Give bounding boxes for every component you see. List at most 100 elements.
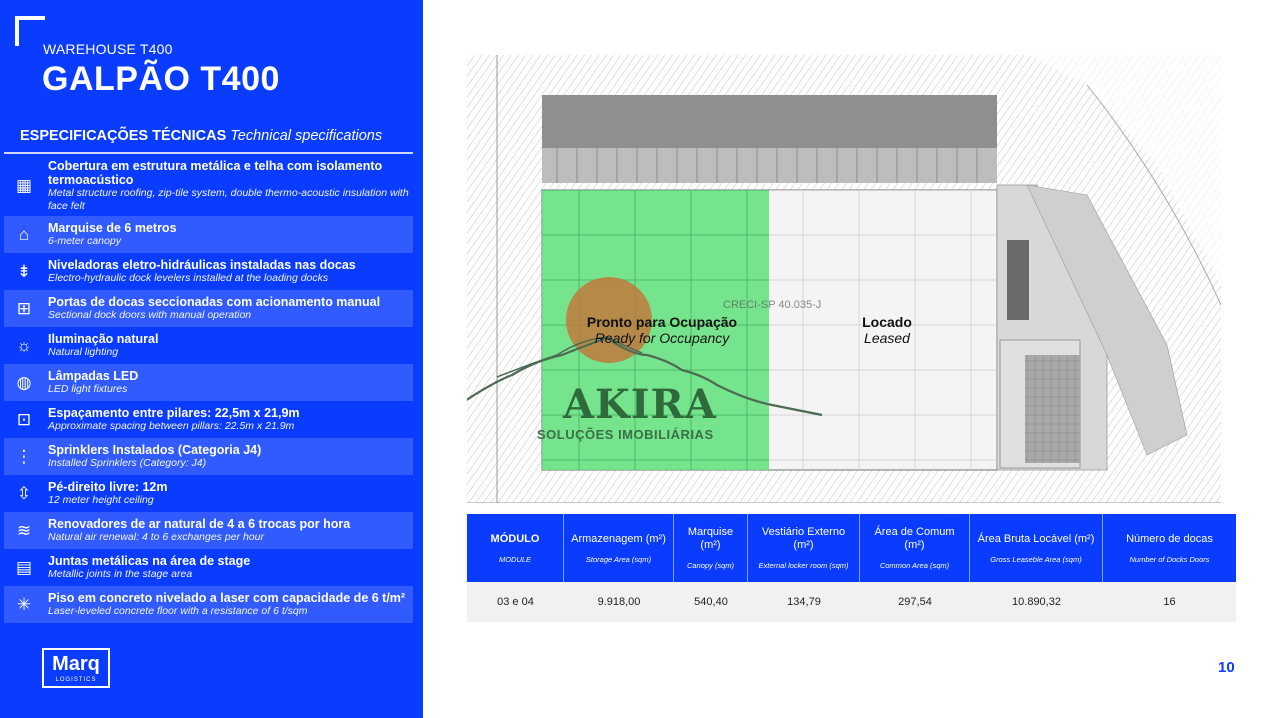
spec-item: ▤ Juntas metálicas na área de stage Metall… [4, 549, 413, 586]
column-header-label: Área Bruta Locável (m²) [977, 532, 1095, 545]
table-cell: 03 e 04 [467, 582, 564, 622]
watermark-creci: CRECI-SP 40.035-J [723, 299, 822, 311]
spec-title: Juntas metálicas na área de stage [48, 554, 251, 569]
spec-translation: Approximate spacing between pillars: 22.… [48, 420, 295, 433]
spec-translation: Electro-hydraulic dock levelers installe… [48, 272, 329, 285]
column-header: MÓDULO MODULE [467, 514, 564, 582]
spec-item: ⋮ Sprinklers Instalados (Categoria J4) Ins… [4, 438, 413, 475]
spec-title: Cobertura em estrutura metálica e telha … [48, 159, 383, 187]
led-icon: ◍ [16, 372, 32, 392]
ceiling-height-icon: ⇳ [16, 483, 32, 503]
spec-item: ▦ Cobertura em estrutura metálica e telha… [4, 155, 413, 216]
column-header-sublabel: External locker room (sqm) [758, 561, 849, 570]
spec-text: Cobertura em estrutura metálica e telha … [44, 157, 413, 214]
spec-text: Iluminação natural Natural lighting [44, 330, 413, 361]
column-header-sublabel: Canopy (sqm) [686, 561, 735, 570]
dock-leveler-icon: ⇟ [16, 261, 32, 281]
spec-translation: Metal structure roofing, zip-tile system… [48, 187, 409, 212]
specs-list: ▦ Cobertura em estrutura metálica e telha… [4, 155, 413, 623]
spec-title: Sprinklers Instalados (Categoria J4) [48, 443, 262, 458]
spec-title: Espaçamento entre pilares: 22,5m x 21,9m [48, 406, 300, 421]
spec-item: ⇟ Niveladoras eletro-hidráulicas instalad… [4, 253, 413, 290]
corner-mark-icon [15, 16, 45, 46]
column-header-label: Número de docas [1126, 532, 1213, 545]
spec-translation: 12 meter height ceiling [48, 494, 154, 507]
spec-text: Lâmpadas LED LED light fixtures [44, 367, 413, 398]
column-header-label: Vestiário Externo (m²) [761, 526, 846, 551]
spec-title: Pé-direito livre: 12m [48, 480, 168, 495]
specs-heading-pt: ESPECIFICAÇÕES TÉCNICAS [20, 128, 227, 144]
column-header: Armazenagem (m²) Storage Area (sqm) [564, 514, 674, 582]
spec-text: Espaçamento entre pilares: 22,5m x 21,9m… [44, 404, 413, 435]
spec-item: ☼ Iluminação natural Natural lighting [4, 327, 413, 364]
spec-title: Marquise de 6 metros [48, 221, 177, 236]
label-available-en: Ready for Occupancy [594, 330, 730, 346]
spec-item: ⇳ Pé-direito livre: 12m 12 meter height ce… [4, 475, 413, 512]
specs-panel: WAREHOUSE T400 GALPÃO T400 ESPECIFICAÇÕE… [0, 0, 423, 718]
spec-text: Renovadores de ar natural de 4 a 6 troca… [44, 515, 413, 546]
spec-text: Piso em concreto nivelado a laser com ca… [44, 589, 413, 620]
label-leased-en: Leased [864, 330, 910, 346]
spec-text: Juntas metálicas na área de stage Metalli… [44, 552, 413, 583]
spec-item: ⊡ Espaçamento entre pilares: 22,5m x 21,9… [4, 401, 413, 438]
column-header: Número de docas Number of Docks Doors [1103, 514, 1236, 582]
spec-title: Piso em concreto nivelado a laser com ca… [48, 591, 406, 606]
air-renewal-icon: ≋ [16, 520, 32, 540]
logo-subtext: LOGISTICS [55, 677, 97, 683]
column-header-label: Marquise (m²) [687, 526, 734, 551]
column-header-label: MÓDULO [490, 532, 540, 545]
spec-item: ◍ Lâmpadas LED LED light fixtures [4, 364, 413, 401]
column-header-sublabel: Common Area (sqm) [879, 561, 950, 570]
spec-translation: Metallic joints in the stage area [48, 568, 193, 581]
metal-joint-icon: ▤ [15, 557, 33, 577]
watermark-brand-sub: SOLUÇÕES IMOBILIÁRIAS [537, 427, 714, 442]
floor-plan: CRECI-SP 40.035-J AKIRA SOLUÇÕES IMOBILI… [467, 55, 1221, 503]
divider [4, 152, 413, 154]
spec-translation: 6-meter canopy [48, 235, 121, 248]
laser-floor-icon: ✳ [16, 594, 32, 614]
spec-title: Iluminação natural [48, 332, 159, 347]
sprinkler-icon: ⋮ [15, 446, 33, 466]
natural-light-icon: ☼ [16, 335, 32, 355]
label-leased-pt: Locado [862, 314, 912, 330]
spec-item: ⊞ Portas de docas seccionadas com acionam… [4, 290, 413, 327]
spec-text: Sprinklers Instalados (Categoria J4) Inst… [44, 441, 413, 472]
page-title: GALPÃO T400 [42, 60, 280, 98]
roof-icon: ▦ [15, 175, 33, 195]
spec-translation: LED light fixtures [48, 383, 128, 396]
table-cell: 9.918,00 [564, 582, 674, 622]
spec-title: Lâmpadas LED [48, 369, 139, 384]
page-number: 10 [1218, 659, 1235, 676]
label-available-pt: Pronto para Ocupação [586, 314, 738, 330]
watermark-brand: AKIRA [563, 381, 717, 428]
canopy-icon: ⌂ [18, 224, 30, 244]
specs-heading: ESPECIFICAÇÕES TÉCNICAS Technical specif… [20, 128, 382, 144]
spec-text: Marquise de 6 metros 6-meter canopy [44, 219, 413, 250]
spec-title: Portas de docas seccionadas com acioname… [48, 295, 381, 310]
spec-title: Niveladoras eletro-hidráulicas instalada… [48, 258, 356, 273]
table-cell: 16 [1103, 582, 1236, 622]
page-subtitle: WAREHOUSE T400 [43, 41, 173, 57]
spec-translation: Natural lighting [48, 346, 119, 359]
column-header: Marquise (m²) Canopy (sqm) [674, 514, 748, 582]
table-cell: 297,54 [860, 582, 970, 622]
label-available: Pronto para Ocupação Ready for Occupancy [567, 314, 757, 346]
label-leased: Locado Leased [827, 314, 947, 346]
column-header-label: Área de Comum (m²) [874, 526, 955, 551]
table-row: 03 e 04 9.918,00 540,40 134,79 297,54 10.890,… [467, 582, 1236, 622]
spec-text: Pé-direito livre: 12m 12 meter height cei… [44, 478, 413, 509]
module-table: MÓDULO MODULE Armazenagem (m²) Storage Area… [467, 514, 1236, 622]
dock-door-icon: ⊞ [16, 298, 32, 318]
table-header-row: MÓDULO MODULE Armazenagem (m²) Storage Area… [467, 514, 1236, 582]
spec-text: Niveladoras eletro-hidráulicas instalada… [44, 256, 413, 287]
column-header-sublabel: Number of Docks Doors [1129, 554, 1210, 564]
pillar-spacing-icon: ⊡ [16, 409, 32, 429]
column-header-sublabel: MODULE [498, 554, 532, 564]
table-cell: 134,79 [748, 582, 860, 622]
spec-text: Portas de docas seccionadas com acioname… [44, 293, 413, 324]
spec-translation: Laser-leveled concrete floor with a resi… [48, 605, 308, 618]
spec-translation: Sectional dock doors with manual operati… [48, 309, 252, 322]
spec-title: Renovadores de ar natural de 4 a 6 troca… [48, 517, 351, 532]
spec-translation: Natural air renewal: 4 to 6 exchanges pe… [48, 531, 264, 544]
spec-item: ✳ Piso em concreto nivelado a laser com c… [4, 586, 413, 623]
